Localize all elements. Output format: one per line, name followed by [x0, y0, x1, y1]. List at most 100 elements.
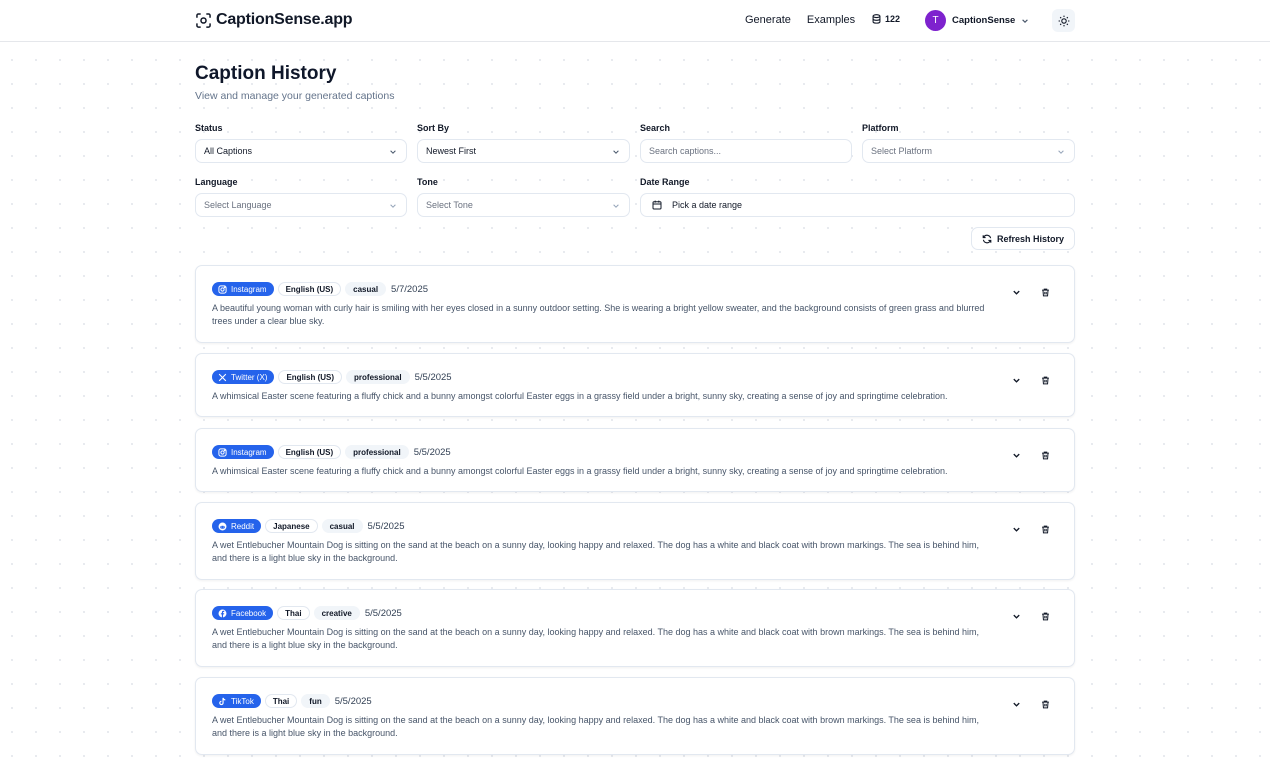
tone-placeholder: Select Tone [426, 200, 473, 210]
tone-badge: professional [346, 370, 410, 384]
caption-date: 5/5/2025 [414, 371, 452, 383]
tone-badge: professional [345, 445, 409, 459]
sort-select[interactable]: Newest First [417, 139, 630, 163]
top-header: CaptionSense.app Generate Examples 122 T… [0, 0, 1270, 42]
chevron-down-icon [1012, 702, 1020, 707]
status-select[interactable]: All Captions [195, 139, 407, 163]
theme-toggle-button[interactable] [1052, 9, 1075, 32]
trash-icon [1041, 525, 1049, 533]
user-name: CaptionSense [952, 15, 1016, 26]
chevron-down-icon [1012, 614, 1020, 619]
calendar-icon [652, 200, 662, 210]
platform-badge: Facebook [212, 606, 274, 620]
trash-icon [1041, 288, 1049, 296]
tone-badge: casual [321, 519, 363, 533]
caption-text: A wet Entlebucher Mountain Dog is sittin… [212, 715, 979, 738]
delete-button[interactable] [1038, 522, 1052, 536]
date-range-placeholder: Pick a date range [672, 200, 743, 210]
date-range-label: Date Range [640, 177, 690, 187]
search-label: Search [640, 123, 671, 133]
caption-date: 5/5/2025 [334, 695, 372, 707]
chevron-down-icon [1058, 150, 1064, 154]
caption-date: 5/5/2025 [367, 520, 405, 532]
caption-card: TikTok Thai fun 5/5/2025 A wet Entlebuch… [195, 677, 1075, 755]
x-icon [218, 373, 227, 381]
trash-icon [1041, 376, 1049, 384]
status-value: All Captions [204, 146, 253, 156]
chevron-down-icon [1012, 378, 1020, 383]
date-range-picker[interactable]: Pick a date range [640, 193, 1075, 217]
nav-generate[interactable]: Generate [745, 14, 791, 26]
chevron-down-icon [613, 150, 619, 154]
caption-text: A wet Entlebucher Mountain Dog is sittin… [212, 540, 979, 563]
language-badge: English (US) [278, 370, 343, 384]
chevron-down-icon [1022, 18, 1029, 23]
chevron-down-icon [1012, 453, 1020, 458]
coins-icon [872, 14, 881, 24]
caption-text: A whimsical Easter scene featuring a flu… [212, 466, 948, 476]
platform-badge: Reddit [212, 519, 262, 533]
brand-name: CaptionSense.app [216, 11, 353, 28]
expand-button[interactable] [1009, 285, 1023, 299]
caption-text: A whimsical Easter scene featuring a flu… [212, 391, 948, 401]
platform-placeholder: Select Platform [871, 146, 933, 156]
facebook-icon [218, 609, 227, 617]
sort-value: Newest First [426, 146, 477, 156]
expand-button[interactable] [1009, 609, 1023, 623]
tone-badge: casual [345, 282, 387, 296]
delete-button[interactable] [1038, 285, 1052, 299]
caption-card: Reddit Japanese casual 5/5/2025 A wet En… [195, 502, 1075, 580]
caption-card: Facebook Thai creative 5/5/2025 A wet En… [195, 589, 1075, 667]
delete-button[interactable] [1038, 448, 1052, 462]
expand-button[interactable] [1009, 697, 1023, 711]
search-input[interactable] [649, 146, 843, 156]
sort-label: Sort By [417, 123, 450, 133]
platform-select[interactable]: Select Platform [862, 139, 1075, 163]
caption-text: A wet Entlebucher Mountain Dog is sittin… [212, 627, 979, 650]
delete-button[interactable] [1038, 609, 1052, 623]
chevron-down-icon [390, 204, 396, 208]
chevron-down-icon [1012, 290, 1020, 295]
chevron-down-icon [1012, 527, 1020, 532]
expand-button[interactable] [1009, 373, 1023, 387]
search-field [640, 139, 852, 163]
platform-badge: Instagram [212, 445, 274, 459]
language-badge: English (US) [277, 282, 342, 296]
reddit-icon [218, 522, 227, 530]
refresh-history-button[interactable]: Refresh History [971, 227, 1075, 250]
trash-icon [1041, 451, 1049, 459]
chevron-down-icon [390, 150, 396, 154]
platform-badge: Instagram [212, 282, 274, 296]
credits-counter[interactable]: 122 [872, 14, 900, 24]
caption-card: Twitter (X) English (US) professional 5/… [195, 353, 1075, 417]
tone-badge: creative [313, 606, 360, 620]
language-badge: Thai [277, 606, 310, 620]
caption-card: Instagram English (US) professional 5/5/… [195, 428, 1075, 492]
credits-value: 122 [885, 14, 901, 24]
user-menu[interactable]: T CaptionSense [925, 10, 1029, 31]
delete-button[interactable] [1038, 697, 1052, 711]
tone-badge: fun [301, 694, 330, 708]
tiktok-icon [219, 697, 226, 705]
delete-button[interactable] [1038, 373, 1052, 387]
platform-label: Platform [862, 123, 899, 133]
nav-examples[interactable]: Examples [807, 14, 855, 26]
brand-logo[interactable]: CaptionSense.app [196, 11, 353, 29]
refresh-label: Refresh History [996, 233, 1065, 244]
scan-icon [196, 12, 211, 28]
tone-label: Tone [417, 177, 438, 187]
language-select[interactable]: Select Language [195, 193, 407, 217]
chevron-down-icon [613, 204, 619, 208]
instagram-icon [218, 447, 227, 457]
tone-select[interactable]: Select Tone [417, 193, 630, 217]
caption-card: Instagram English (US) casual 5/7/2025 A… [195, 265, 1075, 343]
caption-date: 5/5/2025 [413, 446, 451, 458]
language-label: Language [195, 177, 238, 187]
language-placeholder: Select Language [204, 200, 272, 210]
platform-badge: Twitter (X) [212, 370, 275, 384]
main-nav: Generate Examples [745, 14, 855, 26]
expand-button[interactable] [1009, 448, 1023, 462]
expand-button[interactable] [1009, 522, 1023, 536]
instagram-icon [218, 284, 227, 294]
caption-date: 5/5/2025 [364, 607, 402, 619]
